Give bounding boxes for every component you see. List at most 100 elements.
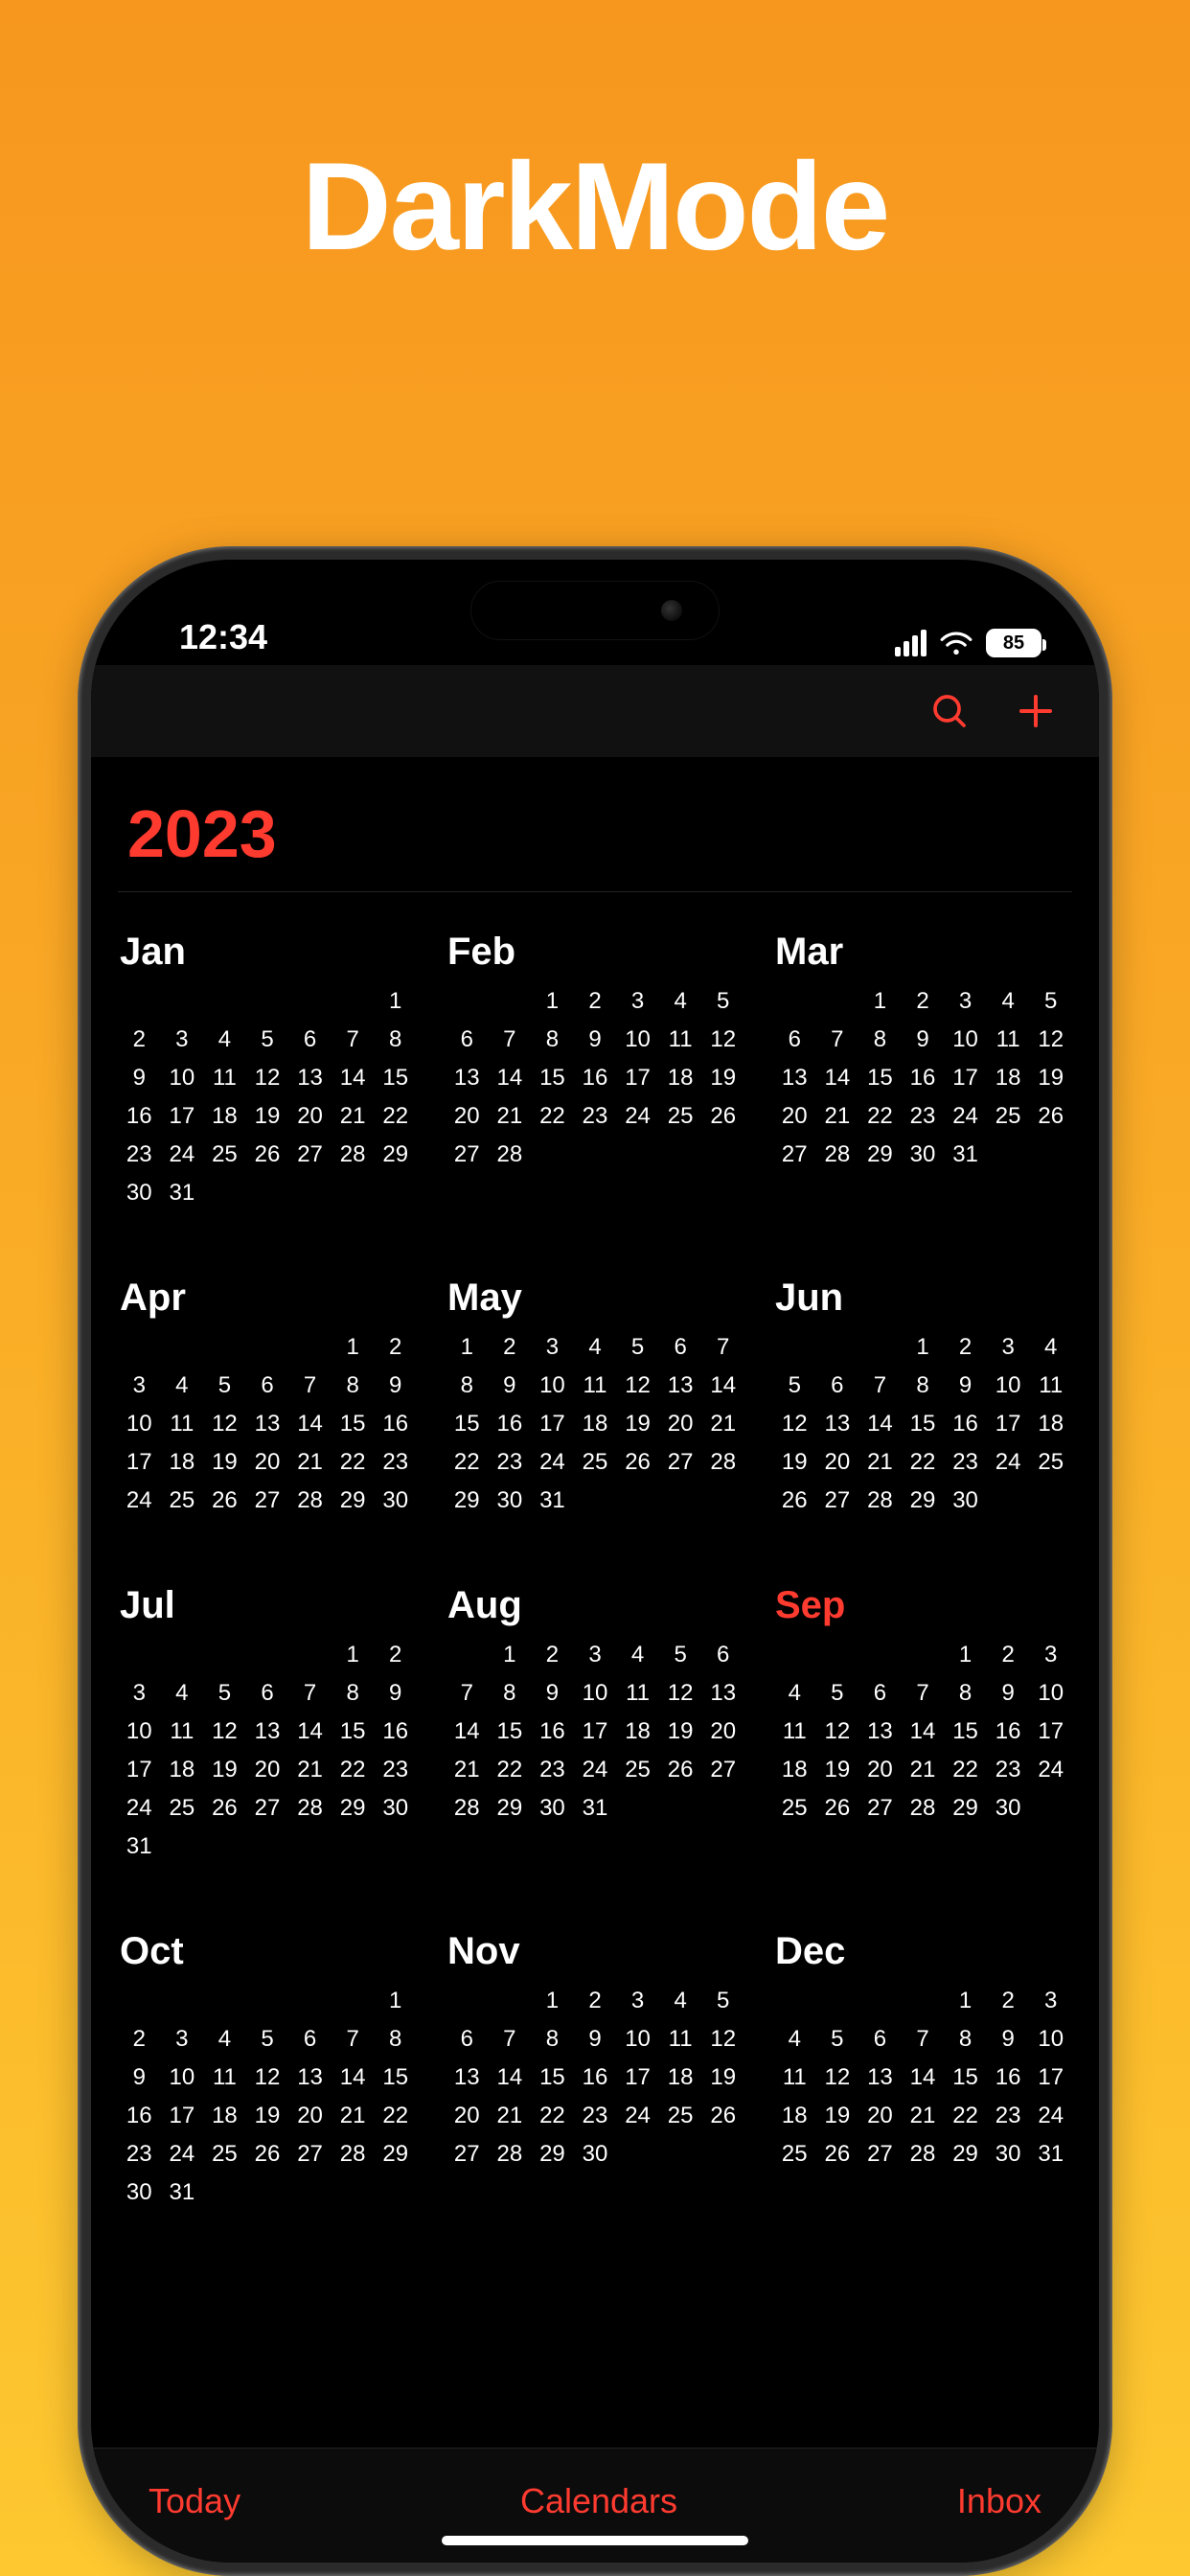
day-cell[interactable]: 28 <box>701 1446 744 1479</box>
day-cell[interactable]: 6 <box>816 1369 859 1402</box>
day-cell[interactable]: 4 <box>773 2023 816 2056</box>
day-cell[interactable]: 20 <box>246 1754 289 1786</box>
day-cell[interactable]: 17 <box>161 1100 204 1133</box>
day-cell[interactable]: 29 <box>944 1792 987 1825</box>
day-cell[interactable]: 9 <box>374 1369 417 1402</box>
day-cell[interactable]: 26 <box>816 1792 859 1825</box>
day-cell[interactable]: 23 <box>489 1446 532 1479</box>
day-cell[interactable]: 29 <box>446 1484 489 1517</box>
day-cell[interactable]: 1 <box>531 1985 574 2017</box>
day-cell[interactable]: 20 <box>288 2100 332 2132</box>
day-cell[interactable]: 3 <box>1029 1985 1072 2017</box>
day-cell[interactable]: 24 <box>1029 1754 1072 1786</box>
day-cell[interactable]: 24 <box>574 1754 617 1786</box>
day-cell[interactable]: 23 <box>944 1446 987 1479</box>
day-cell[interactable]: 19 <box>773 1446 816 1479</box>
day-cell[interactable]: 29 <box>531 2138 574 2171</box>
day-cell[interactable]: 24 <box>616 1100 659 1133</box>
day-cell[interactable]: 21 <box>902 1754 945 1786</box>
day-cell[interactable]: 4 <box>659 1985 702 2017</box>
day-cell[interactable]: 30 <box>987 2138 1030 2171</box>
day-cell[interactable]: 21 <box>858 1446 902 1479</box>
day-cell[interactable]: 22 <box>944 2100 987 2132</box>
day-cell[interactable]: 23 <box>118 1138 161 1171</box>
day-cell[interactable]: 6 <box>773 1024 816 1056</box>
day-cell[interactable]: 28 <box>816 1138 859 1171</box>
day-cell[interactable]: 19 <box>203 1754 246 1786</box>
day-cell[interactable]: 20 <box>816 1446 859 1479</box>
day-cell[interactable]: 26 <box>659 1754 702 1786</box>
day-cell[interactable]: 3 <box>118 1677 161 1710</box>
day-cell[interactable]: 31 <box>161 2176 204 2209</box>
day-cell[interactable]: 29 <box>902 1484 945 1517</box>
day-cell[interactable]: 5 <box>816 1677 859 1710</box>
day-cell[interactable]: 14 <box>902 1715 945 1748</box>
day-cell[interactable]: 14 <box>858 1408 902 1440</box>
home-indicator[interactable] <box>442 2536 748 2545</box>
day-cell[interactable]: 17 <box>574 1715 617 1748</box>
day-cell[interactable]: 26 <box>203 1792 246 1825</box>
day-cell[interactable]: 9 <box>118 1062 161 1094</box>
day-cell[interactable]: 18 <box>659 1062 702 1094</box>
day-cell[interactable]: 22 <box>332 1446 375 1479</box>
day-cell[interactable]: 1 <box>531 985 574 1018</box>
day-cell[interactable]: 5 <box>616 1331 659 1364</box>
day-cell[interactable]: 30 <box>902 1138 945 1171</box>
month-nov[interactable]: Nov1234567891011121314151617181920212223… <box>446 1930 744 2209</box>
day-cell[interactable]: 9 <box>574 1024 617 1056</box>
day-cell[interactable]: 6 <box>246 1369 289 1402</box>
day-cell[interactable]: 18 <box>987 1062 1030 1094</box>
day-cell[interactable]: 25 <box>1029 1446 1072 1479</box>
day-cell[interactable]: 1 <box>944 1639 987 1671</box>
day-cell[interactable]: 12 <box>203 1715 246 1748</box>
day-cell[interactable]: 17 <box>1029 1715 1072 1748</box>
day-cell[interactable]: 3 <box>616 1985 659 2017</box>
day-cell[interactable]: 17 <box>616 2061 659 2094</box>
day-cell[interactable]: 17 <box>531 1408 574 1440</box>
day-cell[interactable]: 20 <box>858 1754 902 1786</box>
month-mar[interactable]: Mar1234567891011121314151617181920212223… <box>773 931 1072 1209</box>
day-cell[interactable]: 27 <box>446 1138 489 1171</box>
day-cell[interactable]: 1 <box>858 985 902 1018</box>
day-cell[interactable]: 19 <box>816 2100 859 2132</box>
day-cell[interactable]: 12 <box>246 1062 289 1094</box>
day-cell[interactable]: 29 <box>858 1138 902 1171</box>
day-cell[interactable]: 28 <box>902 1792 945 1825</box>
day-cell[interactable]: 23 <box>574 2100 617 2132</box>
day-cell[interactable]: 29 <box>374 1138 417 1171</box>
day-cell[interactable]: 27 <box>816 1484 859 1517</box>
day-cell[interactable]: 1 <box>902 1331 945 1364</box>
day-cell[interactable]: 3 <box>944 985 987 1018</box>
day-cell[interactable]: 28 <box>489 1138 532 1171</box>
day-cell[interactable]: 25 <box>161 1792 204 1825</box>
day-cell[interactable]: 2 <box>118 1024 161 1056</box>
year-header[interactable]: 2023 <box>118 767 1072 892</box>
day-cell[interactable]: 3 <box>161 1024 204 1056</box>
day-cell[interactable]: 31 <box>1029 2138 1072 2171</box>
day-cell[interactable]: 17 <box>1029 2061 1072 2094</box>
day-cell[interactable]: 27 <box>659 1446 702 1479</box>
day-cell[interactable]: 1 <box>374 1985 417 2017</box>
day-cell[interactable]: 31 <box>574 1792 617 1825</box>
day-cell[interactable]: 2 <box>531 1639 574 1671</box>
day-cell[interactable]: 25 <box>574 1446 617 1479</box>
day-cell[interactable]: 31 <box>944 1138 987 1171</box>
day-cell[interactable]: 25 <box>203 1138 246 1171</box>
day-cell[interactable]: 6 <box>446 1024 489 1056</box>
day-cell[interactable]: 13 <box>858 2061 902 2094</box>
day-cell[interactable]: 2 <box>118 2023 161 2056</box>
day-cell[interactable]: 11 <box>574 1369 617 1402</box>
day-cell[interactable]: 6 <box>659 1331 702 1364</box>
day-cell[interactable]: 16 <box>374 1408 417 1440</box>
day-cell[interactable]: 21 <box>446 1754 489 1786</box>
day-cell[interactable]: 13 <box>446 2061 489 2094</box>
day-cell[interactable]: 14 <box>288 1408 332 1440</box>
day-cell[interactable]: 26 <box>246 2138 289 2171</box>
day-cell[interactable]: 16 <box>574 1062 617 1094</box>
day-cell[interactable]: 24 <box>1029 2100 1072 2132</box>
day-cell[interactable]: 6 <box>701 1639 744 1671</box>
day-cell[interactable]: 27 <box>858 1792 902 1825</box>
day-cell[interactable]: 2 <box>944 1331 987 1364</box>
day-cell[interactable]: 10 <box>118 1408 161 1440</box>
day-cell[interactable]: 22 <box>944 1754 987 1786</box>
